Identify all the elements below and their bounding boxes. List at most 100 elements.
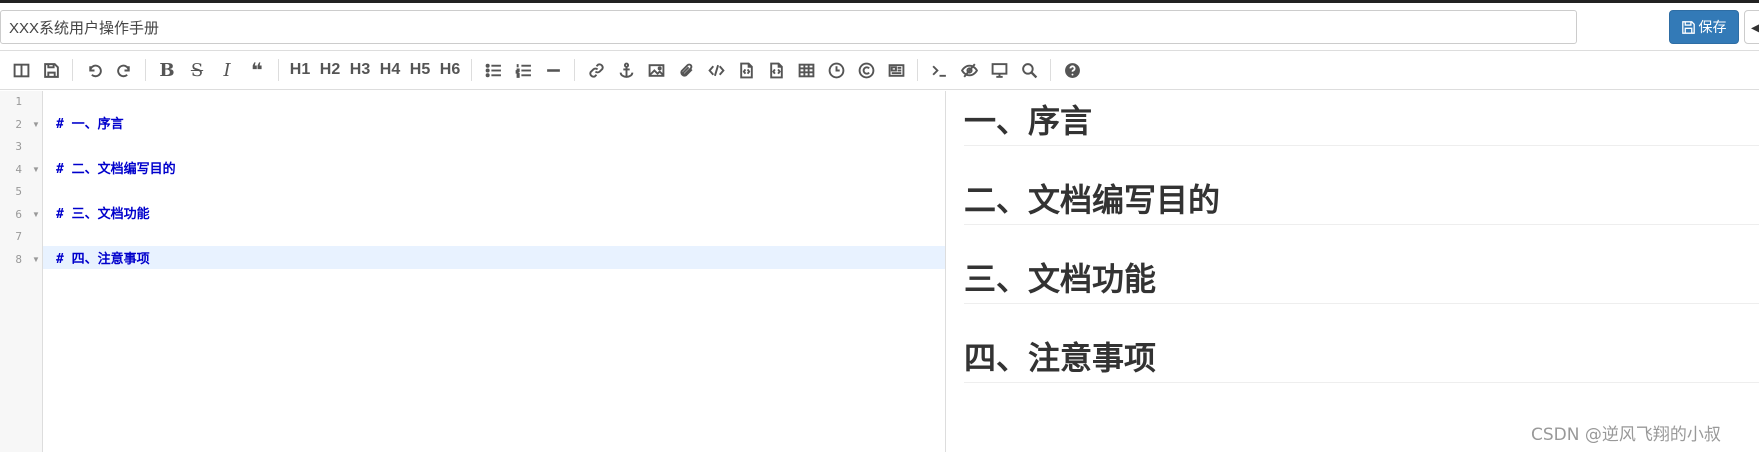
fold-arrow-icon[interactable]: ▼ (32, 114, 40, 137)
link-icon (588, 62, 604, 78)
pagebreak-button[interactable] (881, 55, 911, 85)
h2-button[interactable]: H2 (315, 55, 345, 85)
bold-button[interactable]: B (152, 55, 182, 85)
divider (471, 59, 472, 81)
line-number: 8 (15, 252, 22, 266)
line-number: 6 (15, 207, 22, 221)
editor-line[interactable]: 5 (0, 181, 945, 204)
preview-heading: 二、文档编写目的 (964, 181, 1759, 225)
toggle-preview-button[interactable] (6, 55, 36, 85)
list-ol-icon (515, 63, 531, 78)
editor-line[interactable]: 7 (0, 226, 945, 249)
redo-button[interactable] (109, 55, 139, 85)
clock-icon (828, 62, 844, 78)
file-text-icon (769, 62, 783, 78)
italic-button[interactable]: I (212, 55, 242, 85)
line-number: 3 (15, 140, 22, 153)
h1-button[interactable]: H1 (285, 55, 315, 85)
undo-button[interactable] (79, 55, 109, 85)
preview-heading: 一、序言 (964, 102, 1759, 146)
ordered-list-button[interactable] (508, 55, 538, 85)
code-block-button[interactable] (731, 55, 761, 85)
line-text: # 三、文档功能 (56, 206, 150, 222)
divider (917, 59, 918, 81)
preview-button[interactable] (984, 55, 1014, 85)
anchor-button[interactable] (611, 55, 641, 85)
editor-line[interactable]: 2 ▼ # 一、序言 (0, 114, 945, 137)
markdown-preview: 一、序言 二、文档编写目的 三、文档功能 四、注意事项 (946, 91, 1759, 452)
h3-button[interactable]: H3 (345, 55, 375, 85)
question-circle-icon (1064, 62, 1080, 78)
editor-line[interactable]: 1 (0, 91, 945, 114)
save-button[interactable]: 保存 (1669, 10, 1739, 44)
editor-line[interactable]: 3 (0, 136, 945, 159)
floppy-disk-icon (1681, 20, 1695, 34)
italic-icon: I (223, 59, 231, 81)
line-number: 5 (15, 185, 22, 198)
minus-icon (546, 68, 560, 72)
anchor-icon (619, 62, 633, 78)
columns-icon (13, 63, 29, 77)
line-text: # 二、文档编写目的 (56, 161, 176, 177)
html-entities-button[interactable] (851, 55, 881, 85)
redo-icon (116, 64, 130, 77)
editor-line[interactable]: 4 ▼ # 二、文档编写目的 (0, 159, 945, 182)
title-bar: 保存 ◀ (0, 3, 1759, 50)
copyright-icon (858, 62, 874, 78)
line-number: 2 (15, 117, 22, 131)
line-text: # 四、注意事项 (56, 251, 150, 267)
desktop-icon (991, 62, 1007, 78)
quote-button[interactable]: ❝ (242, 55, 272, 85)
code-icon (707, 64, 725, 76)
preview-heading: 四、注意事项 (964, 339, 1759, 383)
newspaper-icon (888, 63, 904, 77)
help-button[interactable] (1057, 55, 1087, 85)
watch-toggle-button[interactable] (954, 55, 984, 85)
horizontal-rule-button[interactable] (538, 55, 568, 85)
search-button[interactable] (1014, 55, 1044, 85)
doc-title-input[interactable] (0, 10, 1577, 44)
fold-arrow-icon[interactable]: ▼ (32, 204, 40, 227)
goto-line-button[interactable] (924, 55, 954, 85)
markdown-editor[interactable]: 1 2 ▼ # 一、序言 3 4 ▼ # 二、文档编写目的 5 6 ▼ # 三、… (0, 91, 945, 452)
preformatted-text-button[interactable] (761, 55, 791, 85)
table-icon (798, 63, 814, 77)
undo-icon (88, 64, 102, 77)
back-button[interactable]: ◀ (1744, 10, 1759, 44)
attachment-button[interactable] (671, 55, 701, 85)
eye-slash-icon (960, 63, 978, 77)
datetime-button[interactable] (821, 55, 851, 85)
file-code-icon (739, 62, 753, 78)
save-button-label: 保存 (1698, 19, 1727, 35)
image-button[interactable] (641, 55, 671, 85)
line-text: # 一、序言 (56, 116, 124, 132)
line-number: 1 (15, 95, 22, 108)
arrow-left-icon: ◀ (1751, 18, 1759, 35)
h5-button[interactable]: H5 (405, 55, 435, 85)
editor-toolbar: B S I ❝ H1 H2 H3 H4 H5 H6 (0, 50, 1759, 90)
list-ul-icon (485, 63, 501, 77)
inline-code-button[interactable] (701, 55, 731, 85)
fold-arrow-icon[interactable]: ▼ (32, 159, 40, 182)
strikethrough-button[interactable]: S (182, 55, 212, 85)
preview-heading: 三、文档功能 (964, 260, 1759, 304)
table-button[interactable] (791, 55, 821, 85)
editor-line[interactable]: 8 ▼ # 四、注意事项 (0, 249, 945, 272)
strikethrough-icon: S (190, 59, 204, 81)
fold-arrow-icon[interactable]: ▼ (32, 249, 40, 272)
search-icon (1021, 62, 1037, 78)
watermark: CSDN @逆风飞翔的小叔 (1531, 425, 1721, 445)
h6-button[interactable]: H6 (435, 55, 465, 85)
divider (1050, 59, 1051, 81)
image-icon (648, 63, 664, 77)
quote-icon: ❝ (251, 59, 263, 82)
editor-line[interactable]: 6 ▼ # 三、文档功能 (0, 204, 945, 227)
unordered-list-button[interactable] (478, 55, 508, 85)
h4-button[interactable]: H4 (375, 55, 405, 85)
divider (278, 59, 279, 81)
bold-icon: B (159, 59, 175, 81)
line-number: 4 (15, 162, 22, 176)
save-toolbar-button[interactable] (36, 55, 66, 85)
link-button[interactable] (581, 55, 611, 85)
divider (145, 59, 146, 81)
